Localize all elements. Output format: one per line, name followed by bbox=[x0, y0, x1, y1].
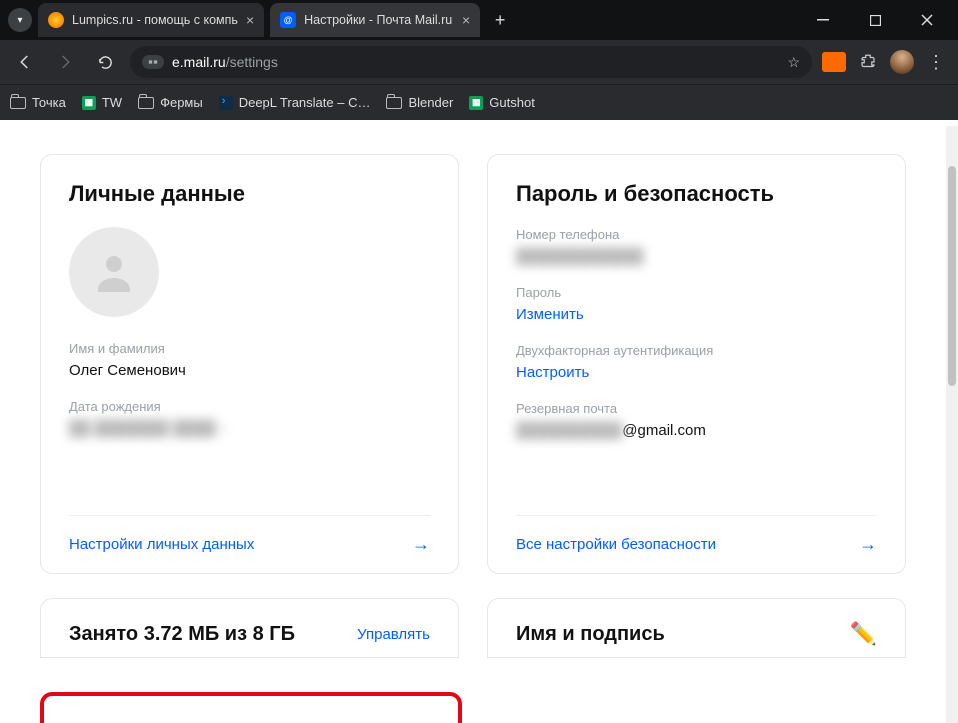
new-tab-button[interactable]: + bbox=[486, 6, 514, 34]
field-value-phone: ████████████ bbox=[516, 248, 877, 265]
security-settings-link[interactable]: Все настройки безопасности → bbox=[516, 515, 877, 573]
browser-tab-lumpics[interactable]: Lumpics.ru - помощь с компь × bbox=[38, 3, 264, 37]
close-tab-icon[interactable]: × bbox=[246, 12, 254, 28]
favicon-mailru: @ bbox=[280, 12, 296, 28]
browser-toolbar: e.mail.ru/settings ☆ ⋮ bbox=[0, 40, 958, 84]
folder-icon bbox=[386, 97, 402, 109]
signature-card: Имя и подпись ✏️ bbox=[487, 598, 906, 658]
arrow-right-icon: → bbox=[859, 534, 877, 555]
field-label-2fa: Двухфакторная аутентификация bbox=[516, 343, 877, 358]
tab-title: Lumpics.ru - помощь с компь bbox=[72, 13, 238, 27]
favicon-lumpics bbox=[48, 12, 64, 28]
annotation-highlight bbox=[40, 692, 462, 723]
avatar-placeholder[interactable] bbox=[69, 227, 159, 317]
address-bar[interactable]: e.mail.ru/settings ☆ bbox=[130, 46, 812, 78]
storage-text: Занято 3.72 МБ из 8 ГБ bbox=[69, 623, 295, 646]
bookmark-gutshot[interactable]: ▦Gutshot bbox=[469, 95, 535, 110]
sheets-icon: ▦ bbox=[469, 96, 483, 110]
sheets-icon: ▦ bbox=[82, 96, 96, 110]
bookmarks-bar: Точка ▦TW Фермы DeepL Translate – C… Ble… bbox=[0, 84, 958, 120]
window-maximize-button[interactable] bbox=[852, 3, 898, 37]
card-title: Личные данные bbox=[69, 181, 430, 207]
bookmark-tochka[interactable]: Точка bbox=[10, 95, 66, 110]
pencil-icon: ✏️ bbox=[850, 621, 877, 647]
bookmark-tw[interactable]: ▦TW bbox=[82, 95, 122, 110]
bookmark-deepl[interactable]: DeepL Translate – C… bbox=[219, 95, 371, 110]
reload-button[interactable] bbox=[90, 47, 120, 77]
manage-storage-link[interactable]: Управлять bbox=[357, 626, 430, 643]
field-label-phone: Номер телефона bbox=[516, 227, 877, 242]
url-text: e.mail.ru/settings bbox=[172, 54, 779, 70]
chrome-menu-button[interactable]: ⋮ bbox=[924, 50, 948, 74]
change-password-link[interactable]: Изменить bbox=[516, 306, 877, 323]
field-label-dob: Дата рождения bbox=[69, 399, 430, 414]
back-button[interactable] bbox=[10, 47, 40, 77]
forward-button[interactable] bbox=[50, 47, 80, 77]
field-value-name: Олег Семенович bbox=[69, 362, 430, 379]
browser-tab-mailru[interactable]: @ Настройки - Почта Mail.ru × bbox=[270, 3, 480, 37]
security-card: Пароль и безопасность Номер телефона ███… bbox=[487, 154, 906, 574]
extension-metamask-icon[interactable] bbox=[822, 50, 846, 74]
site-info-chip[interactable] bbox=[142, 55, 164, 69]
person-icon bbox=[90, 248, 138, 296]
page-viewport: Личные данные Имя и фамилия Олег Семенов… bbox=[0, 126, 958, 723]
window-close-button[interactable] bbox=[904, 3, 950, 37]
tab-search-button[interactable]: ▾ bbox=[8, 8, 32, 32]
personal-settings-link[interactable]: Настройки личных данных → bbox=[69, 515, 430, 573]
profile-avatar-button[interactable] bbox=[890, 50, 914, 74]
browser-chrome: ▾ Lumpics.ru - помощь с компь × @ Настро… bbox=[0, 0, 958, 120]
window-controls bbox=[800, 3, 950, 37]
deepl-icon bbox=[219, 96, 233, 110]
scrollbar-track[interactable] bbox=[946, 126, 958, 723]
bookmark-fermy[interactable]: Фермы bbox=[138, 95, 203, 110]
storage-card: Занято 3.72 МБ из 8 ГБ Управлять bbox=[40, 598, 459, 658]
bookmark-blender[interactable]: Blender bbox=[386, 95, 453, 110]
tab-strip: ▾ Lumpics.ru - помощь с компь × @ Настро… bbox=[0, 0, 958, 40]
signature-title: Имя и подпись bbox=[516, 623, 665, 646]
close-tab-icon[interactable]: × bbox=[462, 12, 470, 28]
window-minimize-button[interactable] bbox=[800, 3, 846, 37]
tab-title: Настройки - Почта Mail.ru bbox=[304, 13, 454, 27]
arrow-right-icon: → bbox=[412, 534, 430, 555]
field-value-dob: ██ ███████ ████ г. bbox=[69, 420, 430, 437]
folder-icon bbox=[10, 97, 26, 109]
extensions-button[interactable] bbox=[856, 50, 880, 74]
setup-2fa-link[interactable]: Настроить bbox=[516, 364, 877, 381]
bookmark-star-icon[interactable]: ☆ bbox=[787, 54, 800, 71]
field-label-backup-email: Резервная почта bbox=[516, 401, 877, 416]
field-label-password: Пароль bbox=[516, 285, 877, 300]
scrollbar-thumb[interactable] bbox=[948, 166, 956, 386]
folder-icon bbox=[138, 97, 154, 109]
field-value-backup-email: ██████████@gmail.com bbox=[516, 422, 877, 439]
personal-data-card: Личные данные Имя и фамилия Олег Семенов… bbox=[40, 154, 459, 574]
card-title: Пароль и безопасность bbox=[516, 181, 877, 207]
field-label-name: Имя и фамилия bbox=[69, 341, 430, 356]
